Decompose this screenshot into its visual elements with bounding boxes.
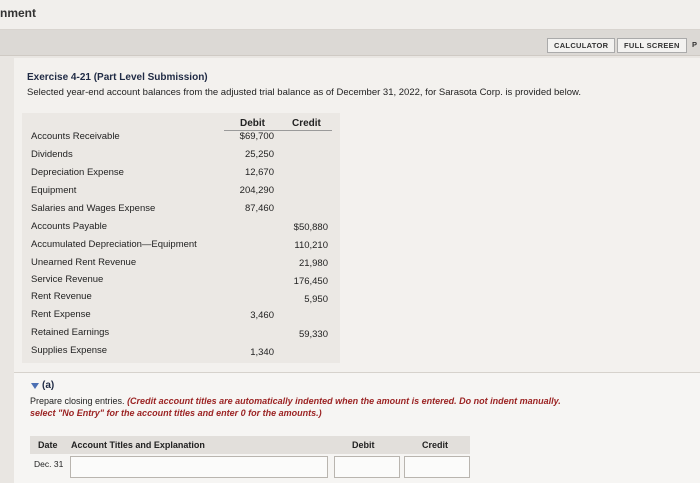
row-credit: $50,880 (293, 222, 328, 233)
journal-date-cell: Dec. 31 (34, 459, 64, 469)
window-topbar: nment (0, 0, 700, 30)
debit-header: Debit (240, 118, 265, 129)
row-account: Dividends (31, 149, 73, 160)
row-credit: 5,950 (304, 294, 328, 305)
journal-date-header: Date (38, 440, 58, 450)
account-title-input[interactable] (70, 456, 328, 478)
row-credit: 176,450 (293, 276, 328, 287)
tool-strip: CALCULATOR FULL SCREEN P (0, 30, 700, 56)
journal-account-header: Account Titles and Explanation (71, 440, 205, 450)
credit-amount-input[interactable] (404, 456, 470, 478)
exercise-description: Selected year-end account balances from … (27, 87, 581, 98)
row-account: Retained Earnings (31, 327, 110, 338)
instruction-italic: (Credit account titles are automatically… (127, 396, 561, 406)
collapse-caret-icon[interactable] (31, 383, 39, 389)
row-debit: 12,670 (244, 167, 274, 178)
row-account: Service Revenue (31, 274, 104, 285)
row-account: Equipment (31, 185, 77, 196)
row-account: Salaries and Wages Expense (31, 203, 156, 214)
row-account: Accounts Payable (31, 221, 108, 232)
row-debit: $69,700 (239, 131, 274, 142)
row-debit: 25,250 (244, 149, 274, 160)
row-account: Rent Revenue (31, 291, 92, 302)
row-credit: 59,330 (298, 329, 328, 340)
credit-header: Credit (292, 118, 321, 129)
row-account: Unearned Rent Revenue (31, 257, 137, 268)
exercise-title: Exercise 4-21 (Part Level Submission) (27, 72, 208, 83)
row-debit: 204,290 (239, 185, 274, 196)
row-account: Accumulated Depreciation—Equipment (31, 239, 197, 250)
instruction-line2: select "No Entry" for the account titles… (30, 408, 322, 418)
toolbar-edge-button[interactable]: P (692, 40, 697, 49)
row-account: Supplies Expense (31, 345, 108, 356)
journal-credit-header: Credit (422, 440, 449, 450)
row-debit: 87,460 (244, 203, 274, 214)
row-credit: 21,980 (298, 258, 328, 269)
calculator-button[interactable]: CALCULATOR (547, 38, 616, 53)
row-account: Depreciation Expense (31, 167, 124, 178)
row-debit: 3,460 (250, 310, 274, 321)
full-screen-button[interactable]: FULL SCREEN (617, 38, 687, 53)
debit-amount-input[interactable] (334, 456, 400, 478)
journal-debit-header: Debit (352, 440, 375, 450)
instruction-text: Prepare closing entries. (30, 396, 128, 406)
part-a-instructions: Prepare closing entries. (Credit account… (30, 395, 700, 419)
part-a-label: (a) (42, 380, 55, 391)
window-title: nment (0, 6, 36, 20)
row-debit: 1,340 (250, 347, 274, 358)
row-account: Accounts Receivable (31, 131, 120, 142)
row-account: Rent Expense (31, 309, 91, 320)
row-credit: 110,210 (294, 240, 328, 251)
